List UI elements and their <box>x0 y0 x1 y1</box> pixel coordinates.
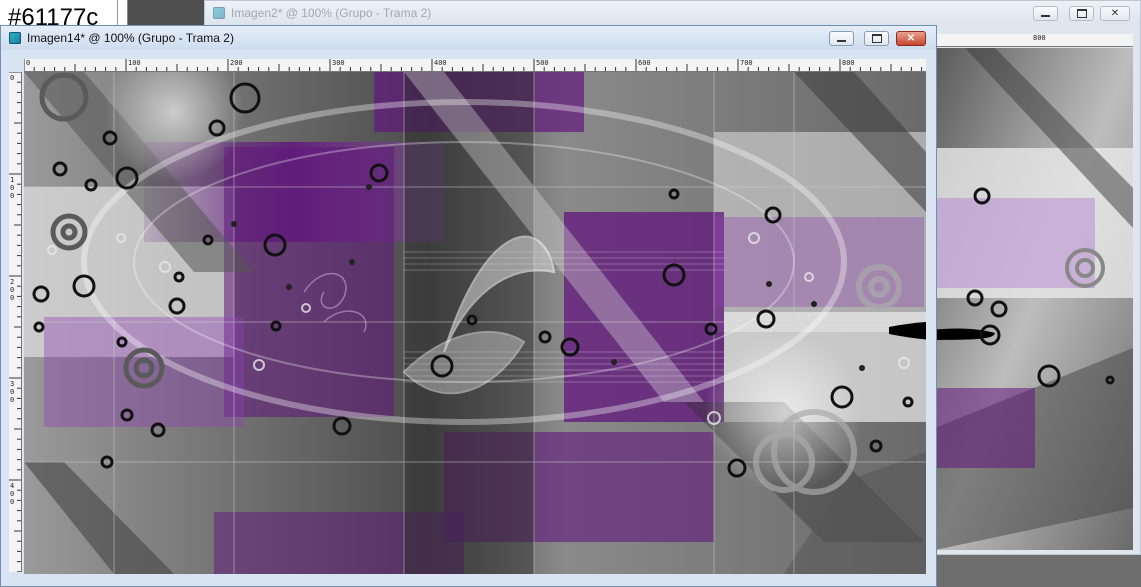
ruler-label: 0 <box>26 59 31 67</box>
horizontal-ruler[interactable]: 0 100 200 300 400 500 600 700 800 <box>24 59 926 72</box>
close-button[interactable]: ✕ <box>896 31 926 46</box>
maximize-button[interactable] <box>864 31 889 46</box>
image-canvas[interactable] <box>935 48 1133 550</box>
titlebar[interactable]: Imagen2* @ 100% (Grupo - Trama 2) ✕ <box>205 1 1140 25</box>
ruler-label: 4 <box>10 482 15 490</box>
psp-app-icon <box>9 32 21 44</box>
close-icon: ✕ <box>906 33 916 44</box>
titlebar[interactable]: Imagen14* @ 100% (Grupo - Trama 2) ✕ <box>1 26 936 50</box>
canvas-artwork <box>24 72 926 574</box>
window-title: Imagen2* @ 100% (Grupo - Trama 2) <box>231 6 432 20</box>
ruler-label: 0 <box>10 192 15 200</box>
ruler-label: 0 <box>10 490 15 498</box>
ruler-label: 700 <box>740 59 753 67</box>
image-window-imagen14[interactable]: Imagen14* @ 100% (Grupo - Trama 2) ✕ 0 10… <box>0 25 937 587</box>
image-canvas[interactable] <box>24 72 926 574</box>
canvas-artwork <box>935 48 1133 550</box>
ruler-label: 0 <box>10 286 15 294</box>
color-hex-label: #61177c <box>8 4 99 27</box>
ruler-label: 300 <box>332 59 345 67</box>
ruler-label: 0 <box>10 74 15 82</box>
color-hex-swatch[interactable]: #61177c <box>0 0 118 27</box>
ruler-label: 0 <box>10 184 15 192</box>
ruler-label: 2 <box>10 278 15 286</box>
ruler-label: 600 <box>638 59 651 67</box>
maximize-icon <box>1076 9 1087 18</box>
window-title: Imagen14* @ 100% (Grupo - Trama 2) <box>27 31 234 45</box>
ruler-label: 0 <box>10 498 15 506</box>
close-button[interactable]: ✕ <box>1100 6 1130 21</box>
swatch-side-strip <box>118 0 128 27</box>
minimize-button[interactable] <box>1033 6 1058 21</box>
ruler-label: 500 <box>536 59 549 67</box>
minimize-icon <box>837 39 846 42</box>
ruler-ticks <box>24 59 923 71</box>
ruler-label: 400 <box>434 59 447 67</box>
ruler-label: 100 <box>128 59 141 67</box>
ruler-label: 0 <box>10 388 15 396</box>
ruler-label: 200 <box>230 59 243 67</box>
ruler-label: 0 <box>10 294 15 302</box>
ruler-label: 800 <box>842 59 855 67</box>
maximize-icon <box>871 34 882 43</box>
vertical-ruler[interactable]: 0100200300400 <box>9 72 22 572</box>
minimize-button[interactable] <box>829 31 854 46</box>
close-icon: ✕ <box>1110 8 1120 19</box>
ruler-label: 800 <box>1033 34 1046 42</box>
ruler-label: 3 <box>10 380 15 388</box>
maximize-button[interactable] <box>1069 6 1094 21</box>
ruler-label: 0 <box>10 396 15 404</box>
ruler-label: 1 <box>10 176 15 184</box>
horizontal-ruler[interactable]: 800 <box>935 34 1133 47</box>
minimize-icon <box>1041 14 1050 17</box>
psp-app-icon <box>213 7 225 19</box>
